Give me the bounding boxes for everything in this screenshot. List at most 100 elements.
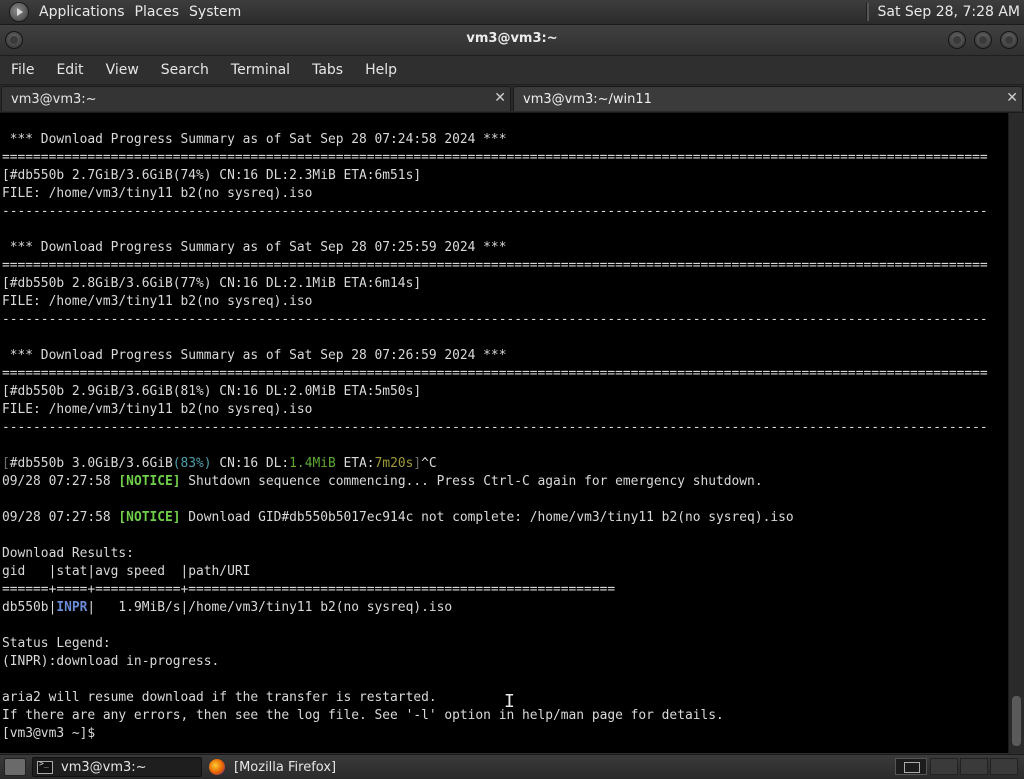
terminal-segment: ----------------------------------------… [2, 420, 988, 435]
terminal-line: *** Download Progress Summary as of Sat … [2, 131, 988, 149]
terminal-line: Download Results: [2, 545, 988, 563]
top-panel: Applications Places System Sat Sep 28, 7… [0, 0, 1024, 25]
terminal-segment: | 1.9MiB/s|/home/vm3/tiny11 b2(no sysreq… [87, 600, 453, 615]
terminal-segment: Download Results: [2, 546, 134, 561]
terminal-line: ======+====+===========+================… [2, 581, 988, 599]
terminal-segment: 1.4MiB [289, 456, 336, 471]
terminal-line: gid |stat|avg speed |path/URI [2, 563, 988, 581]
terminal-output[interactable]: *** Download Progress Summary as of Sat … [0, 113, 1008, 753]
menu-view[interactable]: View [95, 62, 150, 78]
terminal-segment: ========================================… [2, 366, 988, 381]
window-title: vm3@vm3:~ [466, 31, 558, 46]
bottom-panel: vm3@vm3:~ [Mozilla Firefox] [0, 754, 1024, 779]
scrollbar[interactable] [1008, 113, 1024, 753]
terminal-line: 09/28 07:27:58 [NOTICE] Download GID#db5… [2, 509, 988, 527]
menu-places[interactable]: Places [131, 4, 186, 20]
terminal-text: *** Download Progress Summary as of Sat … [2, 131, 988, 743]
terminal-line: FILE: /home/vm3/tiny11 b2(no sysreq).iso [2, 185, 988, 203]
terminal-line: If there are any errors, then see the lo… [2, 707, 988, 725]
terminal-segment: [#db550b 2.7GiB/3.6GiB(74%) CN:16 DL:2.3… [2, 168, 422, 183]
taskbar-item-terminal[interactable]: vm3@vm3:~ [32, 757, 202, 777]
workspace-2[interactable] [930, 758, 958, 775]
workspace-switcher[interactable] [895, 758, 927, 775]
menu-file[interactable]: File [0, 62, 45, 78]
terminal-segment: Shutdown sequence commencing... Press Ct… [180, 474, 763, 489]
terminal-line: ========================================… [2, 365, 988, 383]
terminal-line: [#db550b 2.7GiB/3.6GiB(74%) CN:16 DL:2.3… [2, 167, 988, 185]
terminal-line: db550b|INPR| 1.9MiB/s|/home/vm3/tiny11 b… [2, 599, 988, 617]
terminal-segment: 09/28 07:27:58 [2, 474, 119, 489]
workspace-4[interactable] [990, 758, 1018, 775]
terminal-segment: [#db550b 2.9GiB/3.6GiB(81%) CN:16 DL:2.0… [2, 384, 422, 399]
terminal-line: ----------------------------------------… [2, 419, 988, 437]
terminal-segment: 09/28 07:27:58 [2, 510, 119, 525]
terminal-segment: ----------------------------------------… [2, 204, 988, 219]
tab-bar: vm3@vm3:~ ✕ vm3@vm3:~/win11 ✕ [0, 85, 1024, 113]
terminal-segment: [vm3@vm3 ~]$ [2, 726, 103, 741]
panel-separator [866, 3, 870, 21]
taskbar-item-label: vm3@vm3:~ [61, 759, 147, 775]
terminal-segment: [NOTICE] [118, 510, 181, 525]
menu-applications[interactable]: Applications [35, 4, 131, 20]
terminal-segment: (83%) [172, 456, 212, 471]
close-icon[interactable]: ✕ [1006, 90, 1018, 106]
terminal-segment: *** Download Progress Summary as of Sat … [2, 132, 507, 147]
distro-logo-icon[interactable] [9, 2, 29, 22]
terminal-segment: *** Download Progress Summary as of Sat … [2, 348, 507, 363]
menu-terminal[interactable]: Terminal [220, 62, 301, 78]
show-desktop-icon[interactable] [4, 758, 26, 776]
minimize-button[interactable] [948, 31, 966, 49]
workspace-3[interactable] [960, 758, 988, 775]
maximize-button[interactable] [974, 31, 992, 49]
terminal-segment: #db550b 3.0GiB/3.6GiB [9, 456, 173, 471]
terminal-segment: *** Download Progress Summary as of Sat … [2, 240, 507, 255]
tab-home[interactable]: vm3@vm3:~ ✕ [1, 86, 511, 111]
terminal-segment: FILE: /home/vm3/tiny11 b2(no sysreq).iso [2, 294, 313, 309]
terminal-segment: [#db550b 2.8GiB/3.6GiB(77%) CN:16 DL:2.1… [2, 276, 422, 291]
window-titlebar[interactable]: vm3@vm3:~ [0, 25, 1024, 56]
terminal-segment: FILE: /home/vm3/tiny11 b2(no sysreq).iso [2, 402, 313, 417]
terminal-segment: (INPR):download in-progress. [2, 654, 220, 669]
menu-edit[interactable]: Edit [45, 62, 94, 78]
terminal-line: ----------------------------------------… [2, 203, 988, 221]
menu-help[interactable]: Help [354, 62, 408, 78]
terminal-segment: ----------------------------------------… [2, 312, 988, 327]
tab-label: vm3@vm3:~ [11, 91, 97, 107]
terminal-segment: ========================================… [2, 258, 988, 273]
terminal-line: Status Legend: [2, 635, 988, 653]
terminal-segment: ========================================… [2, 150, 988, 165]
terminal-icon [37, 759, 53, 774]
taskbar-item-firefox[interactable]: [Mozilla Firefox] [204, 757, 404, 777]
menu-tabs[interactable]: Tabs [301, 62, 354, 78]
terminal-segment: gid |stat|avg speed |path/URI [2, 564, 251, 579]
terminal-segment: ] [413, 456, 422, 471]
terminal-line: 09/28 07:27:58 [NOTICE] Shutdown sequenc… [2, 473, 988, 491]
close-window-button[interactable] [1000, 31, 1018, 49]
terminal-line: FILE: /home/vm3/tiny11 b2(no sysreq).iso [2, 293, 988, 311]
terminal-line: aria2 will resume download if the transf… [2, 689, 988, 707]
clock[interactable]: Sat Sep 28, 7:28 AM [877, 4, 1020, 20]
terminal-line: FILE: /home/vm3/tiny11 b2(no sysreq).iso [2, 401, 988, 419]
terminal-segment: CN:16 DL: [211, 456, 290, 471]
terminal-segment: ======+====+===========+================… [2, 582, 616, 597]
close-icon[interactable]: ✕ [494, 90, 506, 106]
terminal-line: *** Download Progress Summary as of Sat … [2, 239, 988, 257]
terminal-segment: [ [2, 456, 10, 471]
scrollbar-thumb[interactable] [1012, 696, 1021, 746]
terminal-segment: Download GID#db550b5017ec914c not comple… [180, 510, 794, 525]
menu-search[interactable]: Search [150, 62, 220, 78]
terminal-segment: aria2 will resume download if the transf… [2, 690, 437, 705]
terminal-segment: FILE: /home/vm3/tiny11 b2(no sysreq).iso [2, 186, 313, 201]
firefox-icon [209, 759, 225, 775]
text-cursor-icon: I [504, 691, 515, 712]
menu-system[interactable]: System [185, 4, 247, 20]
terminal-line: ========================================… [2, 257, 988, 275]
terminal-line: [vm3@vm3 ~]$ [2, 725, 988, 743]
terminal-segment: Status Legend: [2, 636, 111, 651]
tab-win11[interactable]: vm3@vm3:~/win11 ✕ [513, 86, 1023, 111]
